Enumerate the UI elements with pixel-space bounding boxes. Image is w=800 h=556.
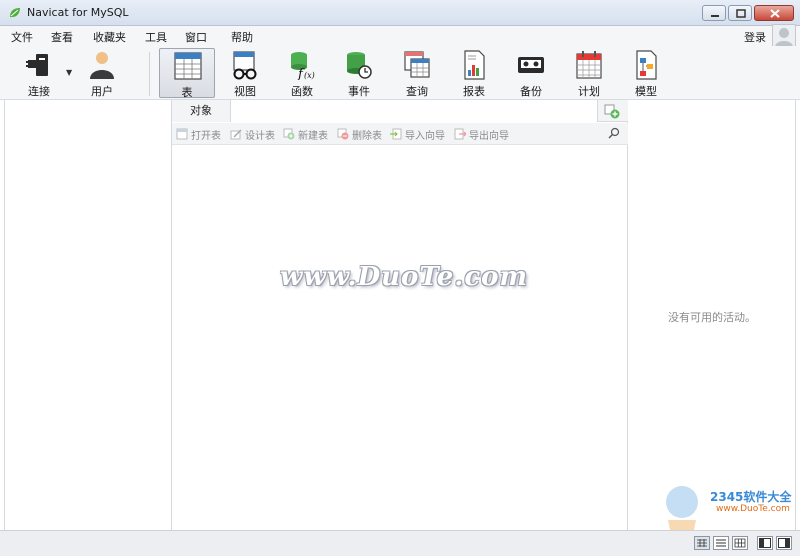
model-icon <box>636 50 657 80</box>
backup-icon <box>518 57 544 73</box>
close-button[interactable] <box>754 5 794 21</box>
tab-objects[interactable]: 对象 <box>172 100 230 122</box>
export-wizard-button[interactable]: 导出向导 <box>454 127 509 142</box>
view-label: 视图 <box>234 85 256 98</box>
function-label: 函数 <box>291 85 313 98</box>
maximize-icon <box>736 9 746 18</box>
new-table-icon <box>283 128 295 140</box>
view-button[interactable]: 视图 <box>217 48 273 98</box>
right-panel-icon <box>778 538 790 548</box>
object-tab-bar: 对象 <box>172 100 628 122</box>
query-button[interactable]: 查询 <box>389 48 445 98</box>
menu-window[interactable]: 窗口 <box>185 29 207 45</box>
close-icon <box>770 9 780 18</box>
user-label: 用户 <box>91 85 113 98</box>
view-list-button[interactable] <box>694 536 710 550</box>
watermark-logo-url: www.DuoTe.com <box>716 504 790 514</box>
watermark-text: www.DuoTe.com <box>280 262 529 292</box>
plug-icon <box>26 54 48 76</box>
list-icon <box>716 539 726 547</box>
menu-bar: 文件 查看 收藏夹 工具 窗口 帮助 登录 <box>0 26 800 46</box>
toggle-right-panel-button[interactable] <box>776 536 792 550</box>
function-icon: f (x) <box>291 52 315 80</box>
no-activity-text: 没有可用的活动。 <box>668 311 756 324</box>
calendar-icon <box>576 51 602 79</box>
design-table-icon <box>230 129 242 140</box>
toolbar-separator <box>149 52 150 96</box>
design-table-label: 设计表 <box>245 130 275 142</box>
design-table-button[interactable]: 设计表 <box>230 127 275 142</box>
new-table-label: 新建表 <box>298 130 328 142</box>
view-detail-button[interactable] <box>713 536 729 550</box>
grid-small-icon <box>697 539 707 547</box>
add-object-tab-icon[interactable] <box>604 103 620 119</box>
navicat-logo-icon <box>10 8 20 18</box>
object-pane: 对象 打开表 设计表 新建表 删除表 导入向导 导出向导 <box>172 100 628 530</box>
delete-table-label: 删除表 <box>352 130 382 142</box>
event-button[interactable]: 事件 <box>331 48 387 98</box>
report-label: 报表 <box>463 85 485 98</box>
grid-icon <box>734 538 746 548</box>
open-table-button[interactable]: 打开表 <box>176 127 221 142</box>
object-tab-field[interactable] <box>230 100 598 122</box>
connect-label: 连接 <box>28 85 50 98</box>
menu-favorites[interactable]: 收藏夹 <box>93 29 126 45</box>
table-icon <box>174 52 202 80</box>
report-button[interactable]: 报表 <box>446 48 502 98</box>
open-table-icon <box>176 128 188 140</box>
menu-tools[interactable]: 工具 <box>145 29 167 45</box>
table-button[interactable]: 表 <box>159 48 215 99</box>
search-icon[interactable] <box>608 127 620 139</box>
backup-button[interactable]: 备份 <box>503 48 559 98</box>
schedule-label: 计划 <box>578 85 600 98</box>
minimize-icon <box>711 15 719 17</box>
new-table-button[interactable]: 新建表 <box>283 127 328 142</box>
activity-pane: 没有可用的活动。 <box>628 100 796 530</box>
minimize-button[interactable] <box>702 5 726 21</box>
status-bar <box>0 530 800 556</box>
query-icon <box>404 51 430 78</box>
menu-view[interactable]: 查看 <box>51 29 73 45</box>
function-button[interactable]: f (x) 函数 <box>274 48 330 98</box>
export-wizard-label: 导出向导 <box>469 130 509 142</box>
toggle-left-panel-button[interactable] <box>757 536 773 550</box>
user-button[interactable]: 用户 <box>74 48 130 98</box>
watermark-logo-text: 2345软件大全 <box>710 490 792 504</box>
model-label: 模型 <box>635 85 657 98</box>
schedule-button[interactable]: 计划 <box>561 48 617 98</box>
connect-dropdown-icon[interactable]: ▼ <box>66 68 72 77</box>
delete-table-icon <box>337 128 349 140</box>
user-icon <box>90 52 114 79</box>
maximize-button[interactable] <box>728 5 752 21</box>
menu-help[interactable]: 帮助 <box>231 29 253 45</box>
left-panel-icon <box>759 538 771 548</box>
avatar[interactable] <box>772 24 796 48</box>
svg-text:(x): (x) <box>304 71 315 80</box>
model-button[interactable]: 模型 <box>618 48 674 98</box>
window-title: Navicat for MySQL <box>27 6 129 19</box>
connect-button[interactable]: 连接 <box>11 48 67 98</box>
connection-tree-pane[interactable] <box>4 100 172 530</box>
user-avatar-icon <box>775 28 793 47</box>
report-icon <box>464 50 485 80</box>
import-wizard-button[interactable]: 导入向导 <box>390 127 445 142</box>
event-label: 事件 <box>348 85 370 98</box>
export-icon <box>454 128 466 140</box>
delete-table-button[interactable]: 删除表 <box>337 127 382 142</box>
title-bar: Navicat for MySQL <box>0 0 800 26</box>
object-toolbar: 打开表 设计表 新建表 删除表 导入向导 导出向导 <box>172 123 628 145</box>
event-icon <box>347 52 372 79</box>
table-label: 表 <box>181 86 193 99</box>
view-icon-button[interactable] <box>732 536 748 550</box>
login-link[interactable]: 登录 <box>744 29 766 45</box>
query-label: 查询 <box>406 85 428 98</box>
backup-label: 备份 <box>520 85 542 98</box>
menu-file[interactable]: 文件 <box>11 29 33 45</box>
import-wizard-label: 导入向导 <box>405 130 445 142</box>
view-icon <box>233 51 257 80</box>
open-table-label: 打开表 <box>191 130 221 142</box>
import-icon <box>390 128 402 140</box>
